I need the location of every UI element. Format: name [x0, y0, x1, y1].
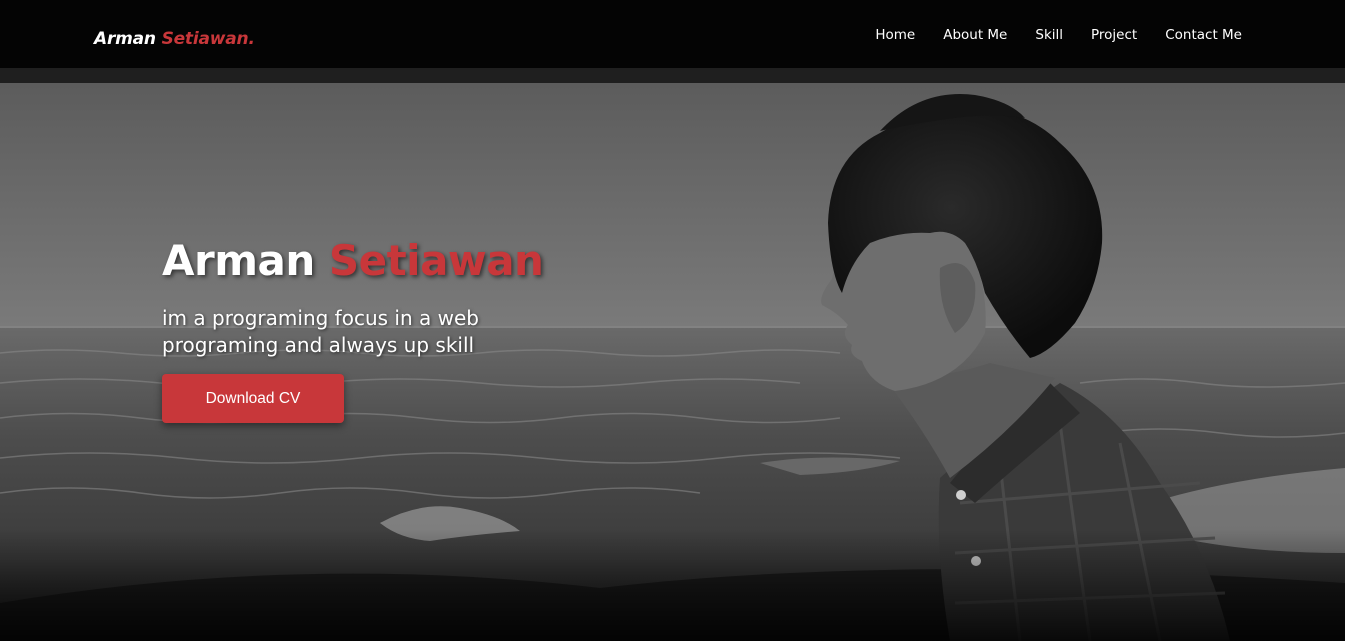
hero-section: Arman Setiawan im a programing focus in … [0, 83, 1345, 641]
download-cv-button[interactable]: Download CV [162, 374, 344, 423]
navbar-bottom-strip [0, 68, 1345, 83]
nav-item-contact-me[interactable]: Contact Me [1165, 27, 1242, 43]
nav-item-home[interactable]: Home [875, 27, 915, 43]
hero-title: Arman Setiawan [162, 236, 544, 285]
nav-links: Home About Me Skill Project Contact Me [875, 27, 1242, 43]
brand-logo[interactable]: Arman Setiawan. [94, 29, 255, 49]
brand-last-name: Setiawan. [161, 29, 255, 49]
navbar: Arman Setiawan. Home About Me Skill Proj… [0, 0, 1345, 68]
brand-first-name: Arman [94, 29, 156, 49]
hero-title-first: Arman [162, 236, 315, 285]
nav-item-about-me[interactable]: About Me [943, 27, 1007, 43]
hero-description: im a programing focus in a web programin… [162, 306, 479, 357]
nav-item-skill[interactable]: Skill [1035, 27, 1063, 43]
hero-title-last: Setiawan [328, 236, 544, 285]
nav-item-project[interactable]: Project [1091, 27, 1137, 43]
hero-content: Arman Setiawan im a programing focus in … [162, 236, 544, 423]
